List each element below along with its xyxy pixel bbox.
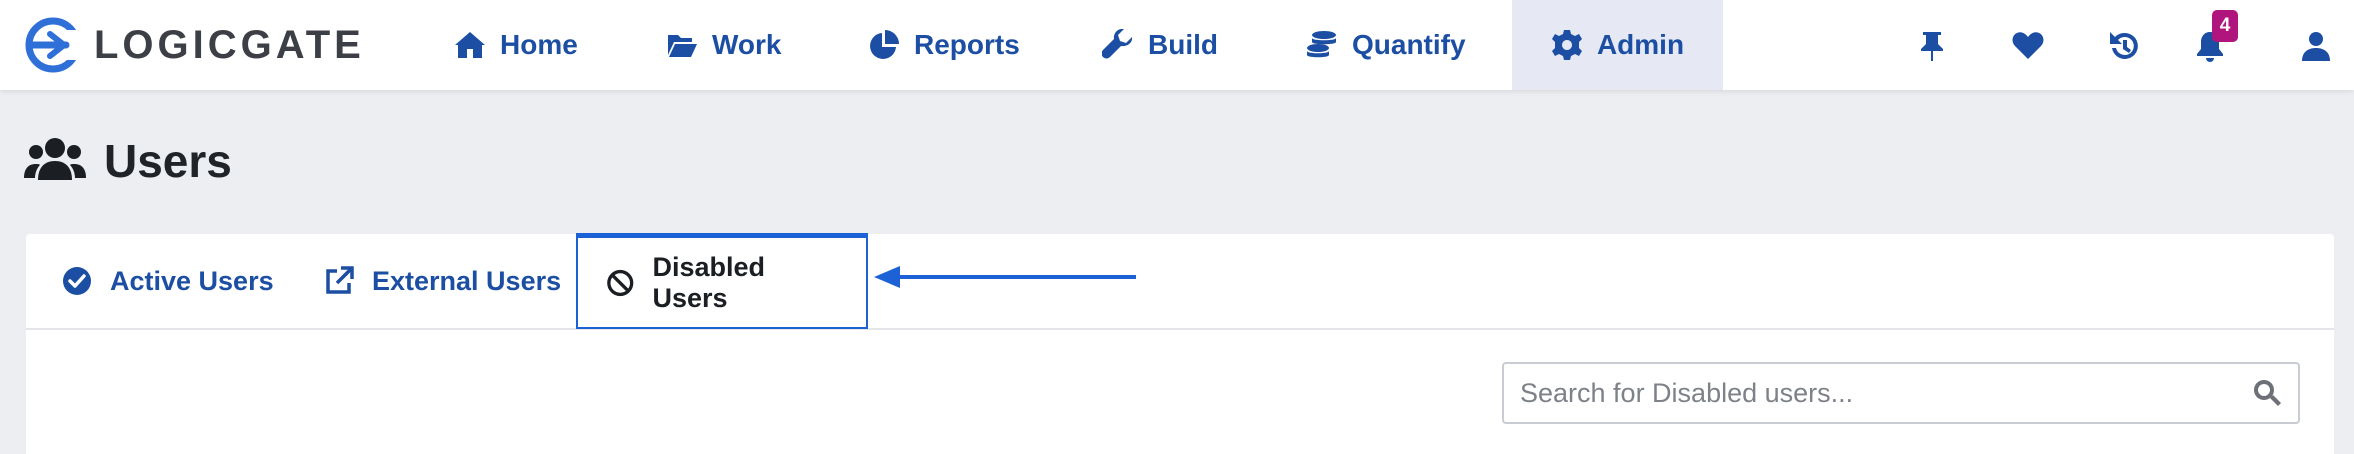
tab-external-users-label: External Users xyxy=(372,265,562,296)
nav-quantify[interactable]: Quantify xyxy=(1306,0,1466,90)
pie-chart-icon xyxy=(870,30,899,59)
folder-open-icon xyxy=(668,35,697,57)
nav-admin-label: Admin xyxy=(1596,29,1685,60)
logicgate-logo[interactable]: LOGICGATE xyxy=(22,14,365,76)
nav-reports-label: Reports xyxy=(914,29,1020,60)
nav-work-label: Work xyxy=(712,29,782,60)
check-circle-icon xyxy=(63,267,91,295)
annotation-arrow-icon xyxy=(874,266,1136,288)
coins-icon xyxy=(1307,31,1336,58)
nav-home[interactable]: Home xyxy=(454,0,578,90)
nav-quantify-label: Quantify xyxy=(1352,29,1466,60)
nav-build-label: Build xyxy=(1148,29,1218,60)
nav-work[interactable]: Work xyxy=(666,0,782,90)
user-icon xyxy=(2302,32,2330,61)
pin-button[interactable] xyxy=(1912,26,1952,66)
tab-disabled-users[interactable]: Disabled Users xyxy=(576,233,868,329)
user-menu-button[interactable] xyxy=(2296,26,2336,66)
logo-text: LOGICGATE xyxy=(94,22,365,67)
tab-active-users-label: Active Users xyxy=(110,265,274,296)
users-tabs: Active Users External Users Disabled Use… xyxy=(26,233,2334,330)
history-icon xyxy=(2110,32,2138,59)
history-button[interactable] xyxy=(2104,26,2144,66)
tab-disabled-users-label: Disabled Users xyxy=(652,251,766,313)
nav-reports[interactable]: Reports xyxy=(868,0,1020,90)
tab-external-users[interactable]: External Users xyxy=(324,234,561,328)
search-disabled-users xyxy=(1502,362,2300,424)
page-title: Users xyxy=(24,134,232,188)
ban-icon xyxy=(607,269,634,296)
heart-icon xyxy=(2012,32,2044,59)
home-icon xyxy=(455,32,485,58)
users-icon xyxy=(24,138,86,180)
nav-admin[interactable]: Admin xyxy=(1512,0,1723,90)
gear-icon xyxy=(1551,30,1582,60)
nav-build[interactable]: Build xyxy=(1102,0,1218,90)
search-icon[interactable] xyxy=(2252,378,2282,408)
tab-active-users[interactable]: Active Users xyxy=(62,234,274,328)
nav-home-label: Home xyxy=(500,29,578,60)
notification-count-badge: 4 xyxy=(2212,10,2238,42)
top-nav-bar: LOGICGATE Home Work Reports Build Quanti… xyxy=(0,0,2354,90)
favorites-button[interactable] xyxy=(2008,26,2048,66)
page-title-text: Users xyxy=(104,135,232,187)
search-input[interactable] xyxy=(1518,364,2252,422)
logo-mark-icon xyxy=(25,17,84,73)
wrench-icon xyxy=(1102,29,1133,59)
external-link-icon xyxy=(326,266,354,294)
pin-icon xyxy=(1921,32,1943,61)
